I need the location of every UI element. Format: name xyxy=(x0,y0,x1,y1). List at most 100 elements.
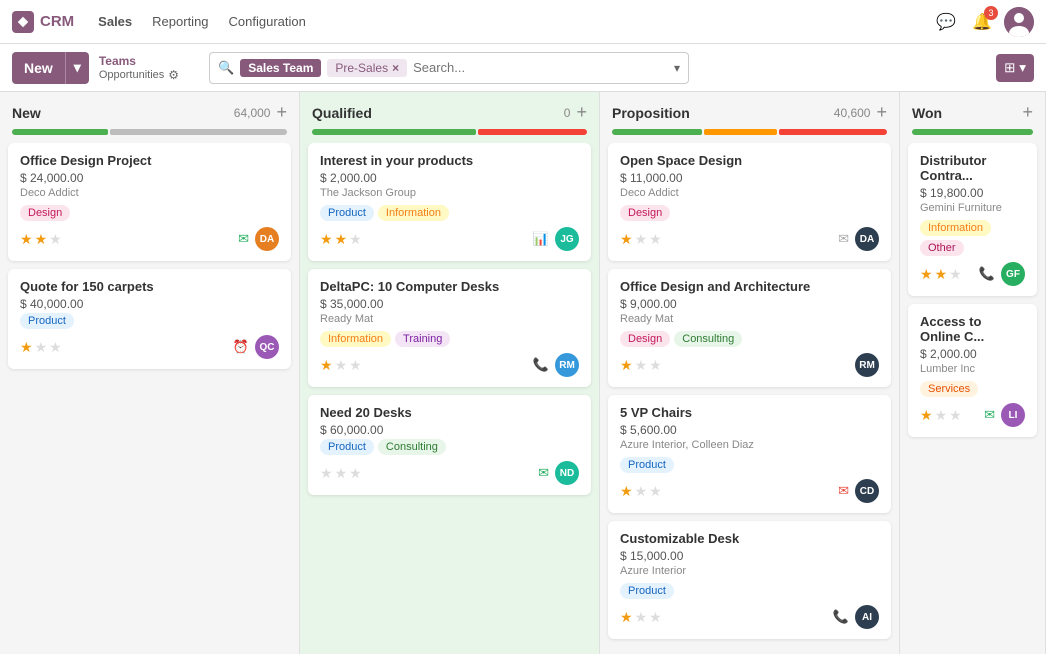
filter-sales-team[interactable]: Sales Team xyxy=(240,59,321,77)
star-1[interactable]: ★ xyxy=(620,357,633,374)
col-add-qualified[interactable]: + xyxy=(576,102,587,123)
card-tag[interactable]: Product xyxy=(320,439,374,455)
notifications-icon[interactable]: 🔔 3 xyxy=(968,8,996,36)
menu-sales[interactable]: Sales xyxy=(90,10,140,33)
card-tag[interactable]: Design xyxy=(620,331,670,347)
col-add-proposition[interactable]: + xyxy=(876,102,887,123)
card-tag[interactable]: Design xyxy=(620,205,670,221)
star-1[interactable]: ★ xyxy=(320,357,333,374)
new-button-label[interactable]: New xyxy=(12,52,66,84)
star-1[interactable]: ★ xyxy=(620,231,633,248)
star-3[interactable]: ★ xyxy=(649,357,662,374)
kanban-view-button[interactable]: ⊞ ▾ xyxy=(996,54,1034,82)
star-2[interactable]: ★ xyxy=(935,266,948,283)
menu-reporting[interactable]: Reporting xyxy=(144,10,216,33)
star-2[interactable]: ★ xyxy=(335,231,348,248)
star-3[interactable]: ★ xyxy=(649,231,662,248)
phone-icon[interactable]: 📞 xyxy=(833,609,849,625)
card-tag[interactable]: Other xyxy=(920,240,964,256)
card-tag[interactable]: Product xyxy=(20,313,74,329)
column-proposition: Proposition 40,600+ Open Space Design $ … xyxy=(600,92,900,654)
email-icon[interactable]: ✉ xyxy=(838,483,849,499)
card-tag[interactable]: Information xyxy=(920,220,991,236)
email-icon[interactable]: ✉ xyxy=(238,231,249,247)
card-avatar: GF xyxy=(1001,262,1025,286)
card-item[interactable]: 5 VP Chairs $ 5,600.00 Azure Interior, C… xyxy=(608,395,891,513)
card-item[interactable]: Customizable Desk $ 15,000.00 Azure Inte… xyxy=(608,521,891,639)
star-1[interactable]: ★ xyxy=(320,231,333,248)
phone-icon[interactable]: 📞 xyxy=(979,266,995,282)
email-icon[interactable]: ✉ xyxy=(984,407,995,423)
star-2[interactable]: ★ xyxy=(635,231,648,248)
card-tag[interactable]: Information xyxy=(320,331,391,347)
search-dropdown-icon[interactable]: ▾ xyxy=(674,61,680,75)
star-3[interactable]: ★ xyxy=(49,231,62,248)
star-2[interactable]: ★ xyxy=(635,483,648,500)
card-tag[interactable]: Design xyxy=(20,205,70,221)
phone-icon[interactable]: 📞 xyxy=(533,357,549,373)
email-icon[interactable]: ✉ xyxy=(838,231,849,247)
star-1[interactable]: ★ xyxy=(320,465,333,482)
star-2[interactable]: ★ xyxy=(35,339,48,356)
star-2[interactable]: ★ xyxy=(635,609,648,626)
filter-presales-remove[interactable]: × xyxy=(392,61,399,75)
search-bar[interactable]: 🔍 Sales Team Pre-Sales × ▾ xyxy=(209,52,689,84)
card-tag[interactable]: Product xyxy=(320,205,374,221)
card-tag[interactable]: Product xyxy=(620,583,674,599)
kanban-icon: ⊞ xyxy=(1004,60,1015,76)
card-item[interactable]: Open Space Design $ 11,000.00 Deco Addic… xyxy=(608,143,891,261)
star-2[interactable]: ★ xyxy=(335,357,348,374)
menu-configuration[interactable]: Configuration xyxy=(221,10,314,33)
star-1[interactable]: ★ xyxy=(620,483,633,500)
settings-icon[interactable]: ⚙ xyxy=(168,68,179,82)
breadcrumb-teams[interactable]: Teams xyxy=(99,54,179,68)
col-add-new[interactable]: + xyxy=(276,102,287,123)
search-input[interactable] xyxy=(413,60,668,75)
card-item[interactable]: Office Design and Architecture $ 9,000.0… xyxy=(608,269,891,387)
star-1[interactable]: ★ xyxy=(20,231,33,248)
star-3[interactable]: ★ xyxy=(349,231,362,248)
star-2[interactable]: ★ xyxy=(335,465,348,482)
app-logo[interactable]: CRM xyxy=(12,11,74,33)
star-3[interactable]: ★ xyxy=(949,407,962,424)
card-item[interactable]: DeltaPC: 10 Computer Desks $ 35,000.00 R… xyxy=(308,269,591,387)
card-item[interactable]: Office Design Project $ 24,000.00 Deco A… xyxy=(8,143,291,261)
star-2[interactable]: ★ xyxy=(35,231,48,248)
star-3[interactable]: ★ xyxy=(649,609,662,626)
spreadsheet-icon[interactable]: 📊 xyxy=(533,231,549,247)
star-1[interactable]: ★ xyxy=(20,339,33,356)
star-3[interactable]: ★ xyxy=(49,339,62,356)
star-1[interactable]: ★ xyxy=(620,609,633,626)
col-count-proposition: 40,600 xyxy=(834,106,871,120)
clock-icon[interactable]: ⏰ xyxy=(233,339,249,355)
star-3[interactable]: ★ xyxy=(349,357,362,374)
card-tag[interactable]: Consulting xyxy=(378,439,446,455)
star-2[interactable]: ★ xyxy=(935,407,948,424)
card-tag[interactable]: Services xyxy=(920,381,978,397)
star-1[interactable]: ★ xyxy=(920,266,933,283)
new-button-caret[interactable]: ▾ xyxy=(66,52,89,84)
topnav-right: 💬 🔔 3 xyxy=(932,7,1034,37)
card-tag[interactable]: Consulting xyxy=(674,331,742,347)
star-3[interactable]: ★ xyxy=(649,483,662,500)
card-tag[interactable]: Information xyxy=(378,205,449,221)
user-avatar[interactable] xyxy=(1004,7,1034,37)
filter-presales[interactable]: Pre-Sales × xyxy=(327,59,407,77)
chat-icon[interactable]: 💬 xyxy=(932,8,960,36)
notification-badge: 3 xyxy=(984,6,998,20)
col-add-won[interactable]: + xyxy=(1022,102,1033,123)
email-icon[interactable]: ✉ xyxy=(538,465,549,481)
card-tag[interactable]: Product xyxy=(620,457,674,473)
card-item[interactable]: Quote for 150 carpets $ 40,000.00 Produc… xyxy=(8,269,291,369)
new-button[interactable]: New ▾ xyxy=(12,52,89,84)
star-1[interactable]: ★ xyxy=(920,407,933,424)
card-item[interactable]: Distributor Contra... $ 19,800.00 Gemini… xyxy=(908,143,1037,296)
card-item[interactable]: Interest in your products $ 2,000.00 The… xyxy=(308,143,591,261)
star-2[interactable]: ★ xyxy=(635,357,648,374)
card-item[interactable]: Access to Online C... $ 2,000.00 Lumber … xyxy=(908,304,1037,437)
star-3[interactable]: ★ xyxy=(949,266,962,283)
card-tag[interactable]: Training xyxy=(395,331,450,347)
view-dropdown[interactable]: ▾ xyxy=(1019,60,1026,76)
star-3[interactable]: ★ xyxy=(349,465,362,482)
card-item[interactable]: Need 20 Desks $ 60,000.00 ProductConsult… xyxy=(308,395,591,495)
